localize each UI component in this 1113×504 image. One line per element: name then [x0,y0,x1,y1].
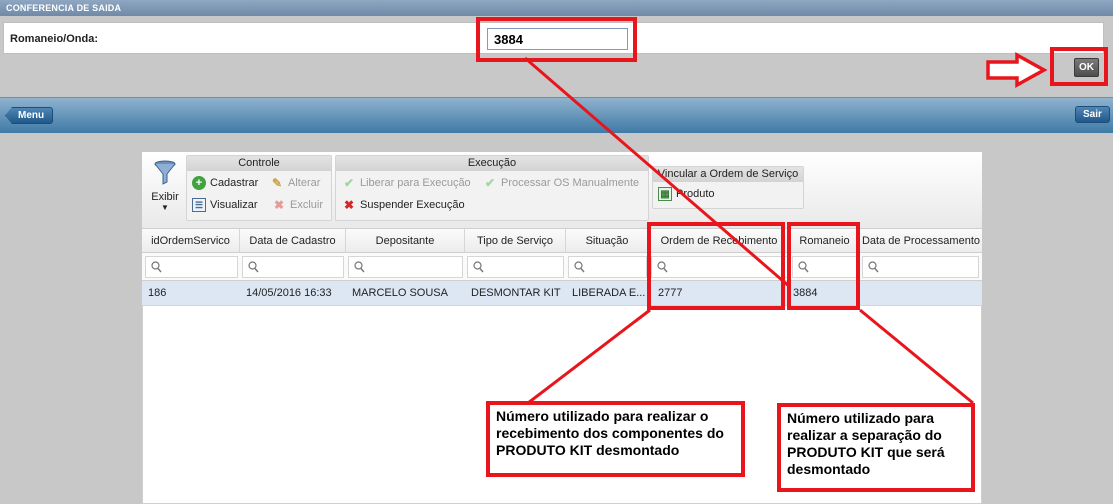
cell-tipo-servico: DESMONTAR KIT [471,287,561,299]
search-icon [248,261,259,273]
romaneio-label: Romaneio/Onda: [10,33,99,45]
cell-id: 186 [148,287,167,299]
callout-line: recebimento dos componentes do [496,425,724,441]
produto-button[interactable]: ▦ Produto [658,187,715,201]
callout-line: PRODUTO KIT desmontado [496,442,680,458]
highlight-ordem-recebimento [647,222,785,310]
liberar-button[interactable]: ✔ Liberar para Execução [342,176,471,190]
check-icon: ✔ [484,176,496,190]
callout-ordem-recebimento: Número utilizado para realizar o recebim… [486,401,745,477]
alterar-button[interactable]: ✎ Alterar [270,176,320,190]
column-header[interactable]: Data de Processamento [860,229,982,253]
funnel-icon [154,160,176,185]
execucao-title: Execução [336,156,648,171]
filter-input[interactable] [242,256,344,278]
form-view-icon: ☰ [192,198,206,212]
suspender-button[interactable]: ✖ Suspender Execução [342,198,465,212]
delete-icon: ✖ [273,198,285,212]
cell-situacao: LIBERADA E... [572,287,646,299]
liberar-label: Liberar para Execução [360,177,471,189]
column-header[interactable]: idOrdemServico [142,229,240,253]
search-icon [354,261,365,273]
vincular-title: Vincular a Ordem de Serviço [653,167,803,182]
alterar-label: Alterar [288,177,321,189]
cell-data-cadastro: 14/05/2016 16:33 [246,287,332,299]
filter-input[interactable] [467,256,564,278]
add-icon: + [192,176,206,190]
visualizar-button[interactable]: ☰ Visualizar [192,198,258,212]
processar-label: Processar OS Manualmente [501,177,640,189]
arrow-right-icon [986,52,1048,88]
check-icon: ✔ [343,176,355,190]
callout-romaneio: Número utilizado para realizar a separaç… [777,403,975,492]
exibir-button[interactable]: Exibir ▼ [149,160,181,212]
cadastrar-label: Cadastrar [210,177,259,189]
filter-input[interactable] [568,256,647,278]
search-icon [574,261,585,273]
cadastrar-button[interactable]: + Cadastrar [192,176,258,190]
excluir-button[interactable]: ✖ Excluir [272,198,323,212]
highlight-ok-button [1050,47,1108,86]
column-header[interactable]: Data de Cadastro [240,229,346,253]
column-header[interactable]: Depositante [346,229,465,253]
filter-input[interactable] [862,256,979,278]
search-icon [473,261,484,273]
controle-title: Controle [187,156,331,171]
callout-line: Número utilizado para [787,410,935,426]
edit-icon: ✎ [271,176,283,190]
cell-depositante: MARCELO SOUSA [352,287,448,299]
sair-button[interactable]: Sair [1075,106,1110,123]
column-header[interactable]: Situação [566,229,649,253]
product-icon: ▦ [658,187,672,201]
nav-bar [0,97,1113,133]
callout-line: desmontado [787,461,871,477]
cell-data-processamento [860,281,982,306]
filter-input[interactable] [348,256,463,278]
highlight-romaneio-input [476,17,637,62]
close-icon: ✖ [343,198,355,212]
filter-input[interactable] [145,256,238,278]
callout-line: Número utilizado para realizar o [496,408,709,424]
produto-label: Produto [676,188,715,200]
window-title: CONFERENCIA DE SAIDA [0,0,1113,16]
exibir-label: Exibir [151,191,179,203]
highlight-romaneio-column [787,222,860,310]
processar-button[interactable]: ✔ Processar OS Manualmente [483,176,639,190]
callout-line: PRODUTO KIT que será [787,444,945,460]
suspender-label: Suspender Execução [360,199,465,211]
callout-line: realizar a separação do [787,427,942,443]
column-header[interactable]: Tipo de Serviço [465,229,566,253]
excluir-label: Excluir [290,199,324,211]
caret-down-icon: ▼ [161,203,169,212]
search-icon [151,261,162,273]
menu-button[interactable]: Menu [5,107,54,124]
visualizar-label: Visualizar [210,199,258,211]
search-icon [868,261,879,273]
